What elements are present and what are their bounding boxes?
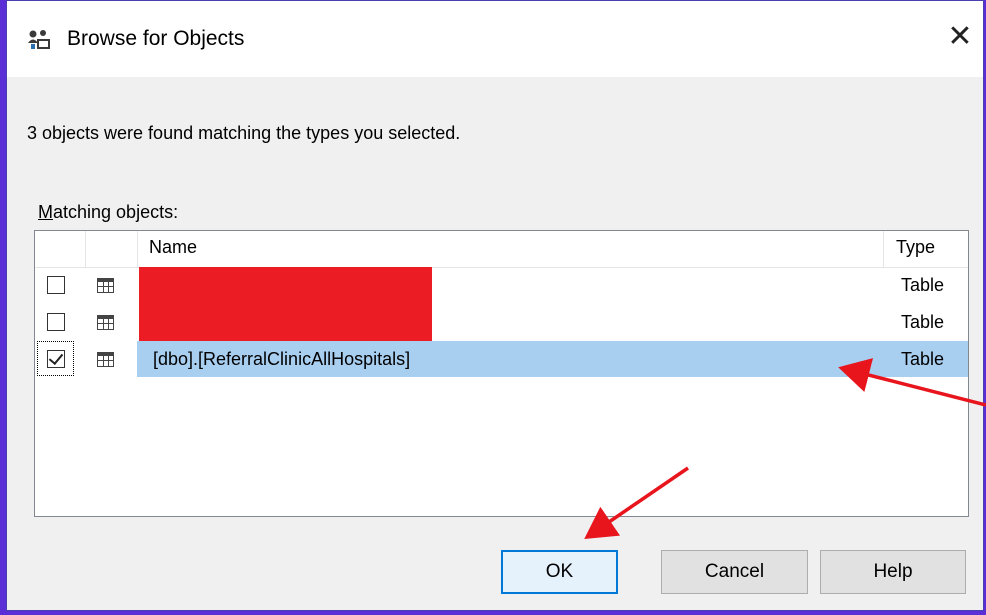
- object-type: Table: [901, 275, 945, 295]
- column-header-name[interactable]: Name: [149, 237, 197, 258]
- table-icon: [97, 315, 114, 330]
- dialog-title: Browse for Objects: [67, 27, 245, 50]
- table-icon: [97, 278, 114, 293]
- checkbox-checked-icon[interactable]: [47, 350, 65, 368]
- list-item-selected[interactable]: [dbo].[ReferralClinicAllHospitals] Table: [35, 341, 968, 377]
- cancel-button[interactable]: Cancel: [661, 550, 808, 594]
- results-message: 3 objects were found matching the types …: [27, 123, 461, 143]
- matching-objects-list[interactable]: Name Type Table Table [dbo].[ReferralCli…: [34, 230, 969, 517]
- help-button[interactable]: Help: [820, 550, 966, 594]
- object-type: Table: [901, 349, 945, 369]
- row-checkbox[interactable]: [47, 313, 65, 331]
- browse-objects-icon: [28, 30, 50, 49]
- column-header-type[interactable]: Type: [896, 237, 935, 258]
- redaction-block: [139, 267, 432, 341]
- title-bar: Browse for Objects ✕: [7, 1, 983, 77]
- close-button[interactable]: ✕: [937, 13, 983, 61]
- matching-label-text: atching objects:: [53, 202, 179, 222]
- row-checkbox[interactable]: [47, 276, 65, 294]
- object-name: [dbo].[ReferralClinicAllHospitals]: [153, 349, 411, 369]
- table-icon: [97, 352, 114, 367]
- matching-objects-label: Matching objects:: [38, 202, 178, 223]
- close-icon: ✕: [947, 20, 973, 53]
- list-header: Name Type: [35, 231, 968, 268]
- matching-label-accelerator: M: [38, 202, 53, 222]
- browse-for-objects-dialog: Browse for Objects ✕ 3 objects were foun…: [6, 0, 984, 611]
- ok-button[interactable]: OK: [501, 550, 618, 594]
- object-type: Table: [901, 312, 945, 332]
